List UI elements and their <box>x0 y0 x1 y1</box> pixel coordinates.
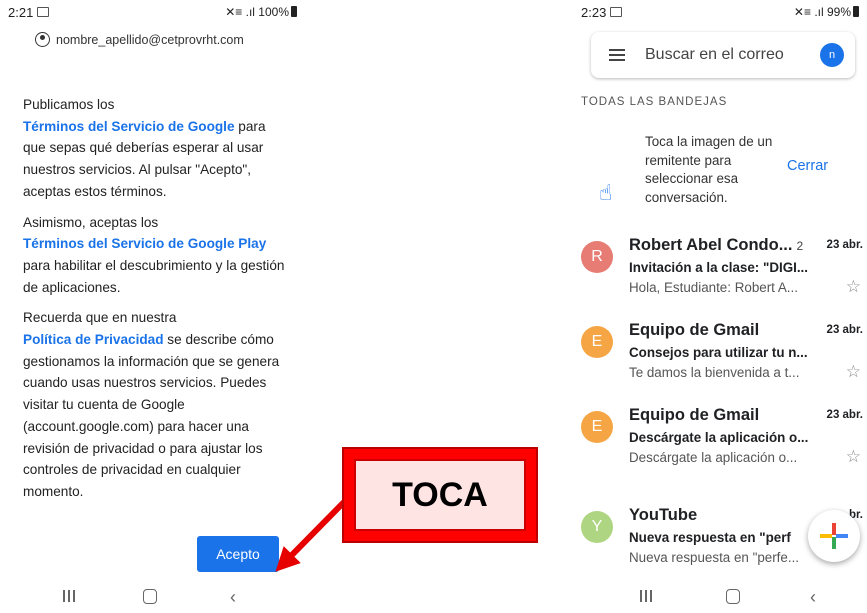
thread-count: 2 <box>796 239 804 253</box>
touch-hand-icon: ☝ <box>599 180 613 205</box>
tip-text: Toca la imagen de un remitente para sele… <box>645 134 773 205</box>
star-icon[interactable]: ☆ <box>846 362 861 382</box>
signal-battery-text: ✕≡ .ıl 99% <box>793 5 851 19</box>
battery-icon <box>853 6 859 17</box>
email-preview: Descárgate la aplicación o... <box>629 450 798 465</box>
recents-icon[interactable] <box>640 590 652 602</box>
sender-name: Equipo de Gmail <box>629 406 760 424</box>
gmail-inbox-screen: 2:23 ✕≡ .ıl 99% Buscar en el correo n TO… <box>567 0 867 613</box>
email-subject: Consejos para utilizar tu n... <box>629 345 808 360</box>
email-row[interactable]: R Robert Abel Condo... 2 23 abr. Invitaci… <box>567 234 867 314</box>
star-icon[interactable]: ☆ <box>846 277 861 297</box>
email-row[interactable]: E Equipo de Gmail 23 abr. Consejos para … <box>567 319 867 399</box>
email-date: 23 abr. <box>826 324 863 336</box>
email-row[interactable]: E Equipo de Gmail 23 abr. Descárgate la … <box>567 404 867 484</box>
sender-avatar[interactable]: E <box>581 411 613 443</box>
android-nav-bar: ‹ <box>567 581 867 613</box>
back-icon[interactable]: ‹ <box>810 587 816 608</box>
search-bar[interactable]: Buscar en el correo n <box>591 32 855 78</box>
compose-button[interactable] <box>808 510 860 562</box>
search-placeholder[interactable]: Buscar en el correo <box>645 46 784 64</box>
home-icon[interactable] <box>726 589 740 604</box>
section-title: TODAS LAS BANDEJAS <box>581 96 728 108</box>
email-date: 23 abr. <box>826 239 863 251</box>
status-bar: 2:23 ✕≡ .ıl 99% <box>567 0 867 24</box>
email-subject: Descárgate la aplicación o... <box>629 430 809 445</box>
email-preview: Nueva respuesta en "perfe... <box>629 550 800 565</box>
sender-avatar[interactable]: R <box>581 241 613 273</box>
toca-callout: TOCA <box>342 447 538 543</box>
sender-name: Equipo de Gmail <box>629 321 760 339</box>
email-preview: Hola, Estudiante: Robert A... <box>629 280 798 295</box>
sender-name: YouTube <box>629 506 698 524</box>
sender-avatar[interactable]: Y <box>581 511 613 543</box>
account-avatar[interactable]: n <box>820 43 844 67</box>
menu-icon[interactable] <box>609 49 625 61</box>
compose-plus-icon <box>820 523 848 549</box>
email-preview: Te damos la bienvenida a t... <box>629 365 800 380</box>
email-subject: Invitación a la clase: "DIGI... <box>629 260 809 275</box>
status-time: 2:23 <box>581 5 607 20</box>
email-date: 23 abr. <box>826 409 863 421</box>
star-icon[interactable]: ☆ <box>846 447 861 467</box>
toca-label: TOCA <box>354 459 526 531</box>
sender-name: Robert Abel Condo... <box>629 236 793 254</box>
sender-avatar[interactable]: E <box>581 326 613 358</box>
close-tip-button[interactable]: Cerrar <box>787 158 828 174</box>
image-notification-icon <box>610 7 623 17</box>
email-subject: Nueva respuesta en "perf <box>629 530 791 545</box>
